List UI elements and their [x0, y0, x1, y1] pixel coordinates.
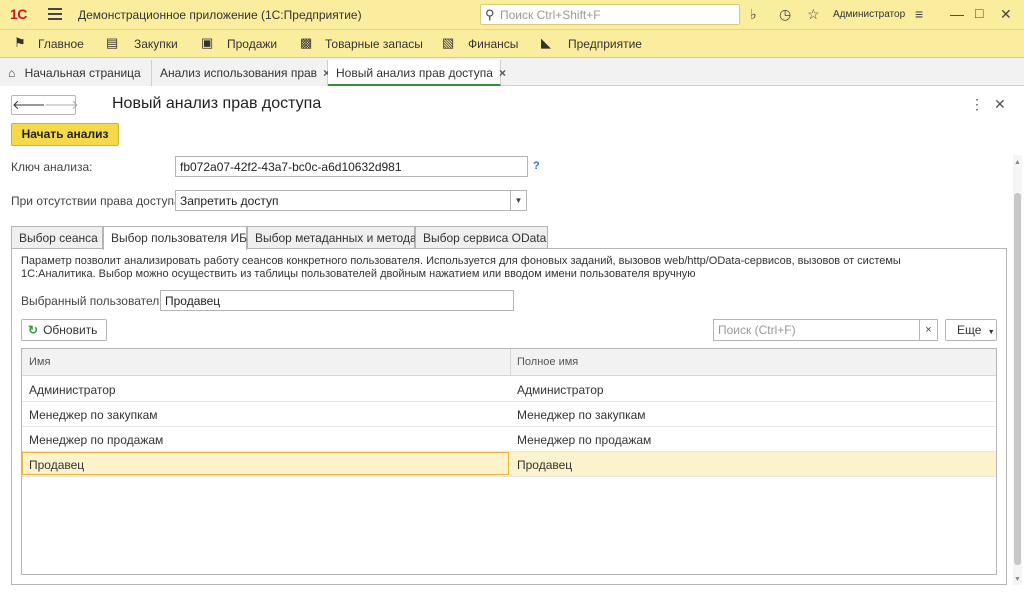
analysis-key-field[interactable]: fb072a07-42f2-43a7-bc0c-a6d10632d981: [175, 156, 528, 177]
app-logo: 1С: [10, 6, 27, 22]
refresh-button[interactable]: ↻ Обновить: [21, 319, 107, 341]
tab-odata-select[interactable]: Выбор сервиса OData: [415, 226, 548, 249]
column-header-name[interactable]: Имя: [29, 356, 50, 368]
tab-rights-usage-label: Анализ использования прав: [160, 66, 318, 80]
arrow-left-icon: 🡐: [12, 97, 47, 112]
column-divider[interactable]: [510, 349, 511, 376]
cell-name: Администратор: [29, 383, 116, 397]
main-menu-icon[interactable]: [48, 8, 62, 20]
title-bar: 1С Демонстрационное приложение (1С:Предп…: [0, 0, 1024, 30]
cart-icon: ▤: [106, 35, 119, 50]
clear-search-icon[interactable]: ×: [919, 319, 938, 341]
users-table: Имя Полное имя Администратор Администрат…: [21, 348, 997, 575]
factory-icon: ◣: [541, 35, 551, 50]
table-search-input[interactable]: Поиск (Ctrl+F): [713, 319, 920, 341]
cell-name: Продавец: [29, 458, 85, 472]
no-access-label: При отсутствии права доступа:: [11, 194, 184, 208]
tab-rights-usage[interactable]: Анализ использования прав ×: [152, 60, 330, 86]
tab-new-analysis-label: Новый анализ прав доступа: [336, 66, 493, 80]
cell-full-name: Менеджер по закупкам: [517, 408, 646, 422]
analysis-key-label: Ключ анализа:: [11, 160, 93, 174]
table-row[interactable]: Администратор Администратор: [22, 377, 996, 402]
no-access-select[interactable]: Запретить доступ: [175, 190, 511, 211]
history-icon[interactable]: ◷: [779, 6, 791, 23]
tab-home[interactable]: ⌂ Начальная страница: [0, 60, 152, 86]
section-main[interactable]: Главное: [38, 37, 84, 51]
section-enterprise[interactable]: Предприятие: [568, 37, 642, 51]
open-tabs-bar: ⌂ Начальная страница Анализ использовани…: [0, 58, 1024, 86]
current-user[interactable]: Администратор: [833, 9, 905, 20]
close-tab-icon[interactable]: ×: [499, 66, 506, 80]
chevron-down-icon: ▼: [987, 329, 995, 336]
column-header-full-name[interactable]: Полное имя: [517, 356, 578, 368]
start-analysis-button[interactable]: Начать анализ: [11, 123, 119, 146]
boxes-icon: ▩: [300, 35, 313, 50]
cell-full-name: Продавец: [517, 458, 573, 472]
tab-metadata-select[interactable]: Выбор метаданных и метода: [247, 226, 417, 249]
section-purchases[interactable]: Закупки: [134, 37, 178, 51]
app-title: Демонстрационное приложение (1С:Предприя…: [78, 8, 362, 22]
tab-session-select[interactable]: Выбор сеанса: [11, 226, 103, 249]
cell-name: Менеджер по закупкам: [29, 408, 158, 422]
close-form-icon[interactable]: ✕: [994, 96, 1006, 113]
vertical-scrollbar[interactable]: ▲ ▼: [1013, 155, 1022, 585]
selected-user-label: Выбранный пользователь:: [21, 294, 169, 308]
star-icon[interactable]: ☆: [807, 6, 820, 23]
search-icon: ⚲: [485, 7, 495, 22]
cell-full-name: Администратор: [517, 383, 604, 397]
table-row[interactable]: Менеджер по закупкам Менеджер по закупка…: [22, 402, 996, 427]
global-search-placeholder: Поиск Ctrl+Shift+F: [500, 8, 601, 22]
cell-cursor: [22, 452, 509, 475]
more-button[interactable]: Еще ▼: [945, 319, 997, 341]
table-row[interactable]: Менеджер по продажам Менеджер по продажа…: [22, 427, 996, 452]
flag-icon: ⚑: [14, 35, 26, 50]
close-icon[interactable]: ✕: [1000, 6, 1012, 23]
back-button[interactable]: 🡐: [11, 95, 47, 115]
table-row-selected[interactable]: Продавец Продавец: [22, 452, 996, 477]
bag-icon: ▣: [201, 35, 214, 50]
cell-name: Менеджер по продажам: [29, 433, 164, 447]
page-title: Новый анализ прав доступа: [112, 95, 322, 112]
tab-new-analysis[interactable]: Новый анализ прав доступа ×: [328, 60, 506, 86]
wallet-icon: ▧: [442, 35, 455, 50]
tab-home-label: Начальная страница: [24, 66, 141, 80]
refresh-icon: ↻: [28, 323, 39, 337]
scrollbar-thumb[interactable]: [1014, 193, 1021, 565]
sections-bar: ⚑ Главное ▤ Закупки ▣ Продажи ▩ Товарные…: [0, 30, 1024, 58]
section-sales[interactable]: Продажи: [227, 37, 277, 51]
scroll-up-icon[interactable]: ▲: [1013, 159, 1022, 166]
table-header: Имя Полное имя: [22, 349, 996, 376]
more-label: Еще: [957, 323, 982, 337]
bell-icon[interactable]: ♭: [750, 6, 757, 23]
tab-user-select[interactable]: Выбор пользователя ИБ: [103, 226, 247, 250]
home-icon: ⌂: [8, 66, 16, 80]
selected-user-field[interactable]: Продавец: [160, 290, 514, 311]
minimize-icon[interactable]: —: [950, 6, 964, 22]
section-finance[interactable]: Финансы: [468, 37, 518, 51]
settings-menu-icon[interactable]: ≡: [915, 6, 923, 22]
more-actions-icon[interactable]: ⋮: [970, 96, 984, 113]
scroll-down-icon[interactable]: ▼: [1013, 576, 1022, 583]
global-search-input[interactable]: ⚲ Поиск Ctrl+Shift+F: [480, 4, 740, 25]
chevron-down-icon[interactable]: ▼: [510, 190, 527, 211]
arrow-right-icon: 🡒: [44, 97, 79, 112]
section-stock[interactable]: Товарные запасы: [325, 37, 423, 51]
help-icon[interactable]: ?: [533, 160, 540, 172]
maximize-icon[interactable]: □: [975, 5, 983, 21]
forward-button[interactable]: 🡒: [44, 95, 79, 115]
cell-full-name: Менеджер по продажам: [517, 433, 652, 447]
description-text: Параметр позволит анализировать работу с…: [21, 255, 901, 280]
refresh-label: Обновить: [43, 323, 98, 337]
